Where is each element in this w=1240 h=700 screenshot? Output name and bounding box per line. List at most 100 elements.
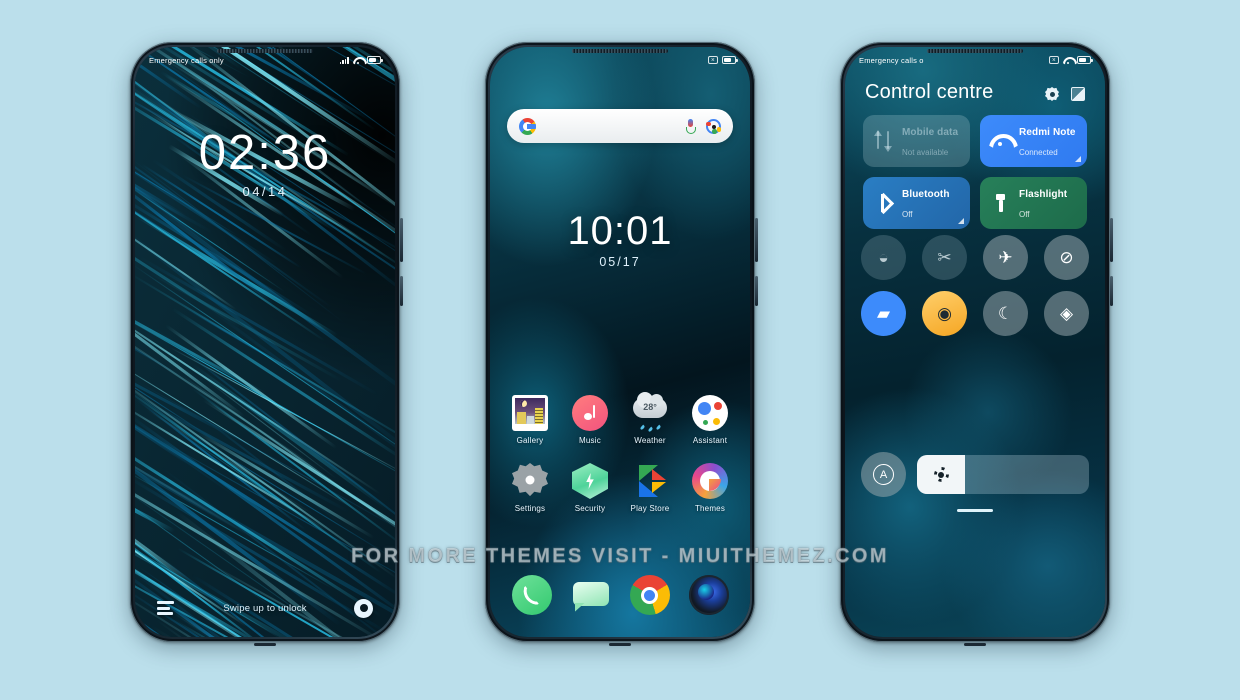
search-actions [686,118,721,134]
tile-flashlight[interactable]: Flashlight Off [980,177,1087,229]
tile-status: Not available [902,148,949,157]
power-button[interactable] [1110,276,1113,306]
app-play-store[interactable]: Play Store [622,463,678,513]
flashlight-icon [989,192,1011,214]
power-button[interactable] [755,276,758,306]
status-icons: ⨯ [1049,56,1093,64]
expand-corner-icon[interactable] [958,218,964,224]
microphone-icon[interactable] [686,118,696,134]
sun-icon [934,467,949,482]
app-weather[interactable]: 28° Weather [622,392,678,445]
themes-icon [692,463,728,499]
eye-icon[interactable]: ◉ [922,291,967,336]
battery-icon [1077,56,1093,64]
battery-icon [722,56,738,64]
mobile-data-icon [872,130,894,152]
app-settings[interactable]: Settings [502,463,558,513]
tile-title: Flashlight [1019,189,1068,200]
app-row-2: Settings Security Play Store Themes [500,463,740,513]
page-title: Control centre [865,81,994,103]
weather-icon: 28° [632,392,668,433]
wifi-icon [989,130,1011,152]
bluetooth-icon [872,192,894,214]
power-button[interactable] [400,276,403,306]
do-not-disturb-icon[interactable]: ⊘ [1044,235,1089,280]
moon-icon[interactable]: ☾ [983,291,1028,336]
earpiece-speaker [572,49,668,53]
app-label: Settings [514,504,546,513]
wifi-icon [353,56,363,64]
tile-title: Mobile data [902,127,959,138]
wifi-icon [1063,56,1073,64]
gallery-icon [512,395,548,431]
messages-icon[interactable] [571,575,611,615]
app-security[interactable]: Security [562,463,618,513]
bottom-speaker [964,643,986,646]
cast-icon[interactable]: ▰ [861,291,906,336]
phone-icon[interactable] [511,575,552,615]
app-label: Music [579,436,601,445]
homescreen-display: ⨯ 10:01 05/17 Gallery Music 28° Weather … [490,47,750,637]
unlock-hint: Swipe up to unlock [223,602,307,614]
airplane-icon[interactable]: ✈ [983,235,1028,280]
volume-button[interactable] [400,218,403,262]
tile-bluetooth[interactable]: Bluetooth Off [863,177,970,229]
app-assistant[interactable]: Assistant [682,395,738,445]
google-search-bar[interactable] [507,109,733,143]
app-grid: Gallery Music 28° Weather Assistant Sett… [500,392,740,531]
tile-mobile-data[interactable]: Mobile data Not available [863,115,970,167]
auto-brightness-label: A [873,464,894,485]
app-dock [502,575,738,615]
camera-icon[interactable] [688,575,729,615]
gear-icon[interactable] [1045,87,1059,101]
brightness-slider[interactable] [917,455,1089,494]
chrome-icon[interactable] [629,575,670,615]
auto-brightness-icon[interactable]: A [861,452,906,497]
scissors-icon[interactable]: ✂ [922,235,967,280]
app-row-1: Gallery Music 28° Weather Assistant [500,392,740,445]
tile-status: Off [1019,210,1030,219]
bottom-speaker [254,643,276,646]
tile-status: Off [902,210,913,219]
app-themes[interactable]: Themes [682,463,738,513]
status-icons [339,56,383,64]
location-icon[interactable]: ◈ [1044,291,1089,336]
drag-handle[interactable] [957,509,993,512]
app-label: Gallery [516,436,544,445]
app-label: Themes [694,504,726,513]
lockscreen-date: 04/14 [242,184,288,199]
quick-setting-tiles: Mobile data Not available Redmi Note Con… [863,115,1087,229]
earpiece-speaker [927,49,1023,53]
toggle-grid: ◒ ✂ ✈ ⊘ ▰ ◉ ☾ ◈ [861,235,1089,347]
screenshot-canvas: Emergency calls only 02:36 04/14 Swipe u… [0,0,1240,700]
app-label: Weather [634,436,666,445]
google-lens-icon[interactable] [706,118,721,134]
app-gallery[interactable]: Gallery [502,395,558,445]
lockscreen-bottom-bar: Swipe up to unlock [135,593,395,623]
signal-icon [339,56,349,64]
app-music[interactable]: Music [562,395,618,445]
google-logo-icon [519,117,536,135]
settings-icon [512,463,548,499]
edit-icon[interactable] [1071,87,1085,101]
toggle-row-2: ▰ ◉ ☾ ◈ [861,291,1089,336]
tile-wifi[interactable]: Redmi Note Connected [980,115,1087,167]
toggle-row-1: ◒ ✂ ✈ ⊘ [861,235,1089,280]
tile-title: Bluetooth [902,189,950,200]
battery-icon [367,56,383,64]
rotation-lock-icon[interactable]: ◒ [861,235,906,280]
brightness-row: A [861,452,1089,497]
controlcentre-display: Emergency calls o ⨯ Control centre Mobil… [845,47,1105,637]
earpiece-speaker [217,49,313,53]
homescreen-clock: 10:01 [567,209,673,253]
expand-corner-icon[interactable] [1075,156,1081,162]
app-label: Play Store [630,504,670,513]
phone-homescreen: ⨯ 10:01 05/17 Gallery Music 28° Weather … [485,42,758,646]
volume-button[interactable] [1110,218,1113,262]
bottom-speaker [609,643,631,646]
weather-temperature: 28° [643,402,657,412]
volume-button[interactable] [755,218,758,262]
play-store-icon [632,463,668,499]
phone-controlcentre: Emergency calls o ⨯ Control centre Mobil… [840,42,1113,646]
homescreen-date: 05/17 [599,255,641,269]
